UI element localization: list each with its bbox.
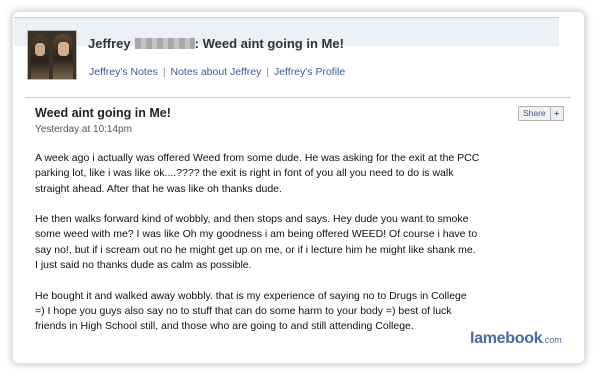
link-separator: | [266,66,270,78]
logo-wordmark: lamebook [470,330,543,347]
avatar-person-left [31,35,49,79]
redacted-surname [134,38,195,49]
avatar-face-right [58,42,69,56]
note-timestamp: Yesterday at 10:14pm [35,124,132,135]
avatar-person-right [53,34,73,79]
link-user-notes[interactable]: Jeffrey's Notes [89,66,158,78]
logo-domain: .com [542,335,562,345]
page-title: Jeffrey : Weed aint going in Me! [88,36,344,51]
note-links: Jeffrey's Notes | Notes about Jeffrey | … [89,66,345,78]
author-name[interactable]: Jeffrey [88,36,131,51]
note-paragraph: He then walks forward kind of wobbly, an… [35,213,478,272]
share-button[interactable]: Share + [518,106,564,121]
note-body: A week ago i actually was offered Weed f… [35,151,555,350]
note-paragraph: He bought it and walked away wobbly. tha… [35,289,467,333]
avatar-face-left [35,43,45,56]
link-user-profile[interactable]: Jeffrey's Profile [274,66,345,78]
lamebook-logo: lamebook.com [470,330,562,348]
note-headline: Weed aint going in Me! [35,106,171,120]
link-notes-about-user[interactable]: Notes about Jeffrey [171,66,262,78]
share-label: Share [519,107,551,120]
link-separator: | [162,66,166,78]
share-plus-icon: + [550,107,563,120]
avatar[interactable] [27,30,77,80]
title-suffix: : Weed aint going in Me! [194,36,344,51]
note-paragraph: A week ago i actually was offered Weed f… [35,152,480,195]
